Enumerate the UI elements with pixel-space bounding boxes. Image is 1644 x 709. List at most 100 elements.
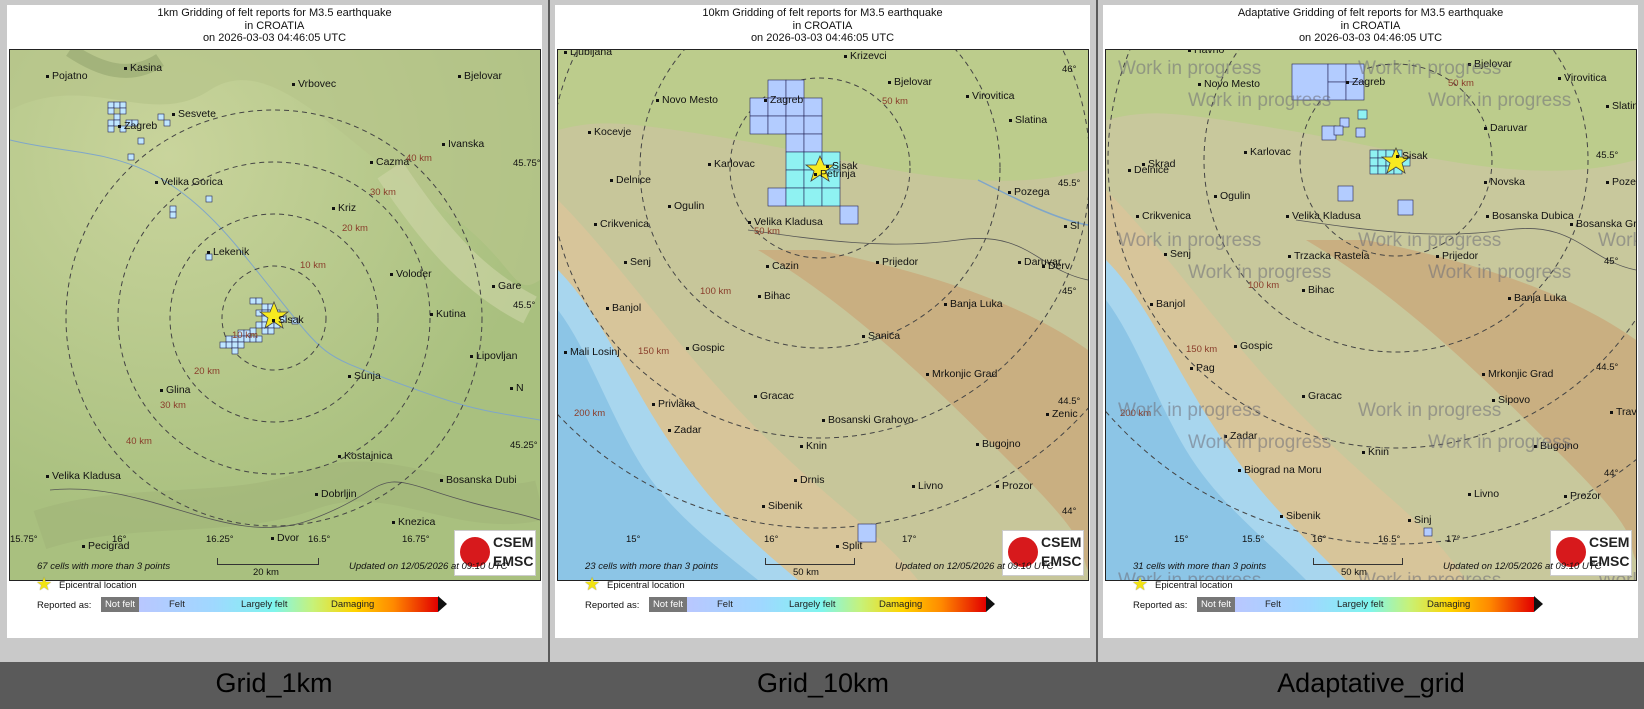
place-label: Bosanska Dubi (440, 474, 517, 486)
colorbar-felt: Felt (1265, 599, 1281, 610)
felt-cell[interactable] (237, 341, 245, 349)
felt-cell[interactable] (157, 113, 165, 121)
place-label: Kasina (124, 62, 162, 74)
felt-cell[interactable] (785, 151, 805, 171)
coordinate-label: 45.5° (513, 300, 536, 311)
felt-cell[interactable] (785, 169, 805, 189)
felt-cell[interactable] (255, 297, 263, 305)
intensity-colorbar: Not felt Felt Largely felt Damaging (101, 596, 447, 612)
felt-cell[interactable] (219, 341, 227, 349)
felt-cell[interactable] (249, 297, 257, 305)
felt-cell[interactable] (1337, 185, 1354, 202)
felt-cell[interactable] (137, 137, 145, 145)
felt-cell[interactable] (803, 97, 823, 117)
map-card: 10km Gridding of felt reports for M3.5 e… (555, 5, 1090, 638)
map-area[interactable]: Ljubljana Krizevci Bjelovar Novo Mesto Zagre… (557, 49, 1089, 581)
felt-cell[interactable] (267, 327, 275, 335)
place-label: Sesvete (172, 108, 216, 120)
felt-cell[interactable] (169, 211, 177, 219)
felt-cell[interactable] (785, 133, 805, 153)
felt-cell[interactable] (255, 321, 263, 329)
felt-cell[interactable] (225, 341, 233, 349)
felt-cell[interactable] (785, 187, 805, 207)
coordinate-label: 45.5° (1596, 150, 1619, 161)
place-label: Sinj (1408, 514, 1432, 526)
updated-note: Updated on 12/05/2026 at 09:10 UTC (895, 561, 1054, 572)
work-in-progress-watermark: Work in progress (1428, 262, 1572, 283)
place-label: Knin (800, 440, 827, 452)
map-area[interactable]: Novo Mesto Zagreb Bjelovar Virovitica Havno S… (1105, 49, 1637, 581)
felt-cell[interactable] (1369, 149, 1379, 159)
felt-cell[interactable] (169, 205, 177, 213)
place-label: Vrbovec (292, 78, 336, 90)
colorbar-not-felt: Not felt (1197, 597, 1235, 612)
felt-cell[interactable] (821, 187, 841, 207)
legend-epicenter: Epicentral location (59, 580, 137, 591)
work-in-progress-watermark: Work in progress (1358, 58, 1502, 79)
coordinate-label: 17° (1446, 534, 1461, 545)
felt-cell[interactable] (113, 101, 121, 109)
felt-cell[interactable] (803, 115, 823, 135)
felt-cell[interactable] (803, 133, 823, 153)
legend-star-icon: ★ (584, 574, 601, 594)
felt-cell[interactable] (261, 303, 269, 311)
felt-cell[interactable] (119, 101, 127, 109)
coordinate-label: 15° (1174, 534, 1189, 545)
felt-cell[interactable] (119, 107, 127, 115)
felt-cell[interactable] (1397, 199, 1414, 216)
distance-ring-label: 10 km (300, 260, 326, 271)
place-label: Sibenik (1280, 510, 1320, 522)
felt-cell[interactable] (1339, 117, 1350, 128)
felt-cell[interactable] (803, 187, 823, 207)
place-label: Kriz (332, 202, 356, 214)
work-in-progress-watermark: Work in progress (1188, 432, 1332, 453)
felt-cell[interactable] (127, 153, 135, 161)
distance-ring-label: 40 km (406, 153, 432, 164)
map-title: 1km Gridding of felt reports for M3.5 ea… (7, 7, 542, 45)
felt-cell[interactable] (1327, 63, 1347, 83)
place-label: Ogulin (668, 200, 704, 212)
work-in-progress-watermark: Work in progress (1118, 400, 1262, 421)
felt-cell[interactable] (231, 341, 239, 349)
scale-bar (1313, 558, 1403, 565)
place-label: Pag (1190, 362, 1215, 374)
felt-cell[interactable] (231, 347, 239, 355)
felt-cell[interactable] (749, 115, 769, 135)
place-label: Gospic (1234, 340, 1273, 352)
felt-cell[interactable] (767, 187, 787, 207)
felt-cell[interactable] (205, 195, 213, 203)
felt-cell[interactable] (1369, 157, 1379, 167)
scale-label: 20 km (253, 567, 279, 578)
felt-cell[interactable] (107, 119, 115, 127)
felt-cell[interactable] (785, 115, 805, 135)
place-label: Gracac (1302, 390, 1342, 402)
map-area[interactable]: Pojatno Kasina Vrbovec Bjelovar Sesvete Zagre… (9, 49, 541, 581)
coordinate-label: 16° (112, 534, 127, 545)
distance-ring-label: 150 km (1186, 344, 1218, 355)
cells-note: 23 cells with more than 3 points (585, 561, 719, 572)
felt-cell[interactable] (767, 115, 787, 135)
felt-cell[interactable] (163, 119, 171, 127)
felt-cell[interactable] (1377, 165, 1387, 175)
place-label: Mrkonjic Grad (1482, 368, 1553, 380)
colorbar-damaging: Damaging (879, 599, 923, 610)
coordinate-label: 16° (764, 534, 779, 545)
work-in-progress-watermark: Work in progress (1118, 230, 1262, 251)
scale-bar (217, 558, 319, 565)
felt-cell[interactable] (261, 327, 269, 335)
felt-cell[interactable] (1333, 125, 1344, 136)
updated-note: Updated on 12/05/2026 at 09:10 UTC (349, 561, 508, 572)
place-label: Dvor (271, 532, 299, 544)
felt-cell[interactable] (1355, 127, 1366, 138)
felt-cell[interactable] (107, 125, 115, 133)
place-label: Velika Kladusa (46, 470, 121, 482)
felt-cell[interactable] (839, 205, 859, 225)
place-label: Daruvar (1484, 122, 1527, 134)
felt-cell[interactable] (1369, 165, 1379, 175)
place-label: Prijedor (876, 256, 918, 268)
felt-cell[interactable] (107, 101, 115, 109)
felt-cell[interactable] (1423, 527, 1433, 537)
felt-cell[interactable] (1357, 109, 1368, 120)
colorbar-felt: Felt (717, 599, 733, 610)
felt-cell[interactable] (107, 107, 115, 115)
